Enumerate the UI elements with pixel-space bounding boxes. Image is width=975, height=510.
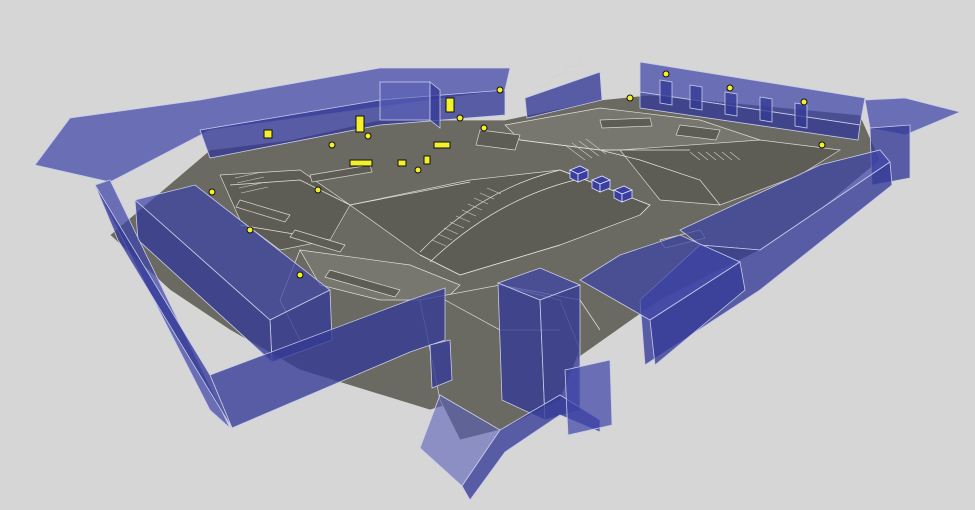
south-block-face [497,282,546,421]
pickup-marker [397,159,407,167]
north-east-pillar [724,91,738,117]
pickup-marker [414,166,422,174]
north-east-pillar [794,102,808,129]
pickup-marker [818,141,826,149]
pickup-marker [456,114,464,122]
level-map-diagram [34,60,962,501]
south-pillar [564,359,613,436]
pickup-marker [314,186,322,194]
south-inner-wall [429,339,453,389]
north-east-pillar [689,84,703,111]
pickup-marker [263,129,273,139]
pickup-marker [496,86,504,94]
level-map-view [0,0,975,510]
bench-block [599,117,653,129]
north-east-pillar [759,96,773,123]
pickup-marker [355,115,365,133]
pickup-marker [445,97,455,113]
pickup-marker [364,132,372,140]
pickup-marker [349,159,373,167]
north-east-pillar [659,79,673,106]
pickup-marker [208,188,216,196]
pickup-marker [423,155,431,165]
north-tower [379,81,431,121]
pickup-marker [480,124,488,132]
pickup-marker [246,226,254,234]
pickup-marker [800,98,808,106]
pickup-marker [726,84,734,92]
pickup-marker [296,271,304,279]
pickup-marker [662,70,670,78]
north-tower-side [429,81,441,129]
pickup-marker [626,94,634,102]
pickup-marker [433,141,451,149]
pickup-marker [328,141,336,149]
